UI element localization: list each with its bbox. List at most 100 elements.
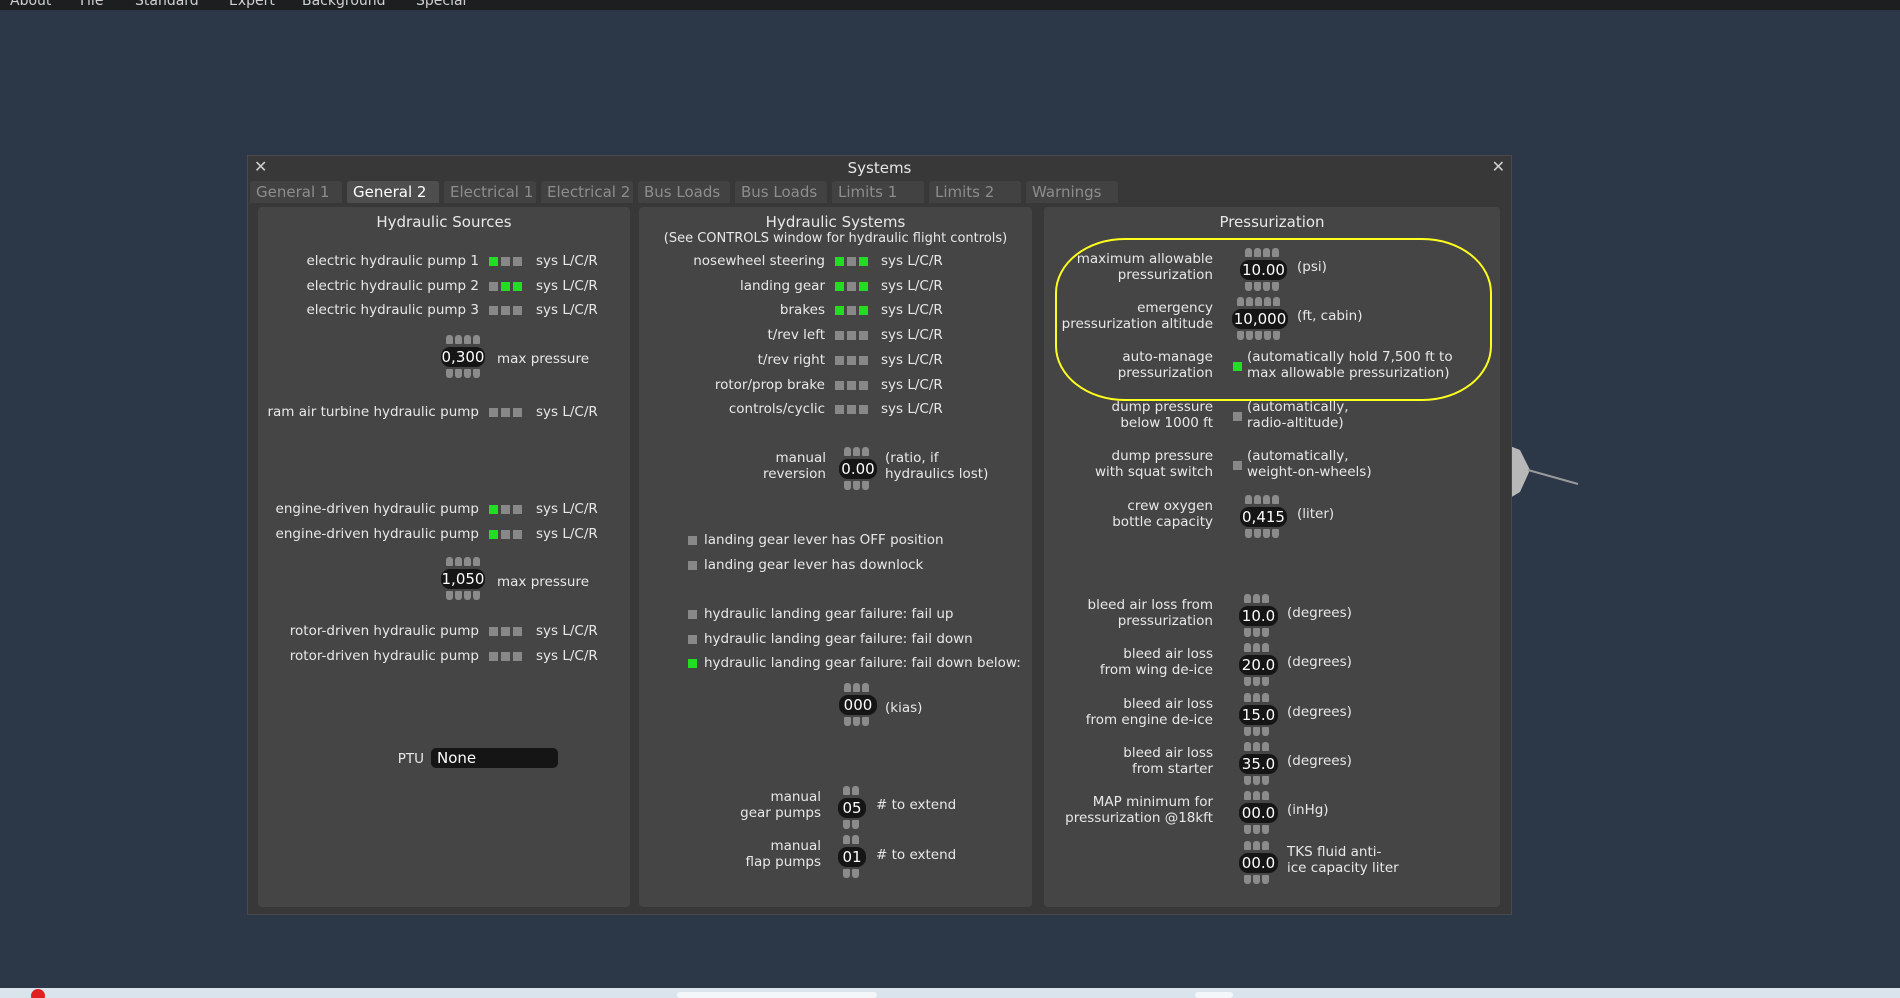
sys-r-toggle[interactable] (859, 405, 868, 414)
map-minimum-field[interactable]: 00.0 (1239, 803, 1278, 823)
menu-special[interactable]: Special (416, 0, 466, 9)
emergency-altitude-field[interactable]: 10,000 (1232, 309, 1288, 329)
value-stepper-up[interactable] (1244, 841, 1269, 851)
tab-electrical-1[interactable]: Electrical 1 (444, 181, 536, 203)
tab-bus-loads-2[interactable]: Bus Loads (735, 181, 827, 203)
max-pressurization-field[interactable]: 10.00 (1240, 260, 1287, 280)
sys-c-toggle[interactable] (501, 652, 510, 661)
sys-l-toggle[interactable] (835, 282, 844, 291)
tks-capacity-field[interactable]: 00.0 (1239, 853, 1278, 873)
close-icon[interactable]: ✕ (1492, 157, 1505, 176)
value-stepper-down[interactable] (446, 591, 480, 601)
kias-field[interactable]: 000 (839, 695, 877, 715)
auto-manage-checkbox[interactable] (1233, 362, 1242, 371)
value-stepper-up[interactable] (844, 447, 869, 457)
tab-limits-2[interactable]: Limits 2 (929, 181, 1021, 203)
value-stepper-down[interactable] (1237, 331, 1280, 341)
value-stepper-up[interactable] (1245, 495, 1279, 505)
window-titlebar[interactable]: ✕ Systems ✕ (248, 156, 1511, 178)
value-stepper-down[interactable] (1244, 727, 1269, 737)
sys-l-toggle[interactable] (489, 627, 498, 636)
value-stepper-down[interactable] (1244, 875, 1269, 885)
value-stepper-up[interactable] (1237, 297, 1280, 307)
sys-c-toggle[interactable] (847, 405, 856, 414)
sys-r-toggle[interactable] (513, 306, 522, 315)
value-stepper-up[interactable] (843, 835, 859, 845)
sys-r-toggle[interactable] (859, 306, 868, 315)
sys-l-toggle[interactable] (489, 306, 498, 315)
bleed-wing-field[interactable]: 20.0 (1239, 655, 1278, 675)
sys-c-toggle[interactable] (847, 381, 856, 390)
sys-c-toggle[interactable] (847, 306, 856, 315)
sys-c-toggle[interactable] (501, 306, 510, 315)
value-stepper-up[interactable] (1244, 594, 1269, 604)
sys-l-toggle[interactable] (489, 505, 498, 514)
value-stepper-down[interactable] (1245, 529, 1279, 539)
value-stepper-down[interactable] (1245, 282, 1279, 292)
tab-bus-loads-1[interactable]: Bus Loads (638, 181, 730, 203)
value-stepper-down[interactable] (843, 820, 859, 830)
sys-c-toggle[interactable] (501, 257, 510, 266)
sys-c-toggle[interactable] (847, 331, 856, 340)
max-pressure-field[interactable]: 1,050 (441, 569, 485, 589)
fail-down-checkbox[interactable] (688, 635, 697, 644)
sys-l-toggle[interactable] (835, 405, 844, 414)
sys-l-toggle[interactable] (489, 652, 498, 661)
sys-l-toggle[interactable] (835, 356, 844, 365)
sys-l-toggle[interactable] (835, 381, 844, 390)
taskbar-item[interactable] (1195, 992, 1233, 998)
bleed-pressurization-field[interactable]: 10.0 (1239, 606, 1278, 626)
value-stepper-down[interactable] (446, 369, 480, 379)
value-stepper-down[interactable] (1244, 628, 1269, 638)
sys-l-toggle[interactable] (489, 282, 498, 291)
value-stepper-down[interactable] (844, 717, 869, 727)
value-stepper-up[interactable] (843, 786, 859, 796)
value-stepper-up[interactable] (1244, 693, 1269, 703)
gear-pumps-field[interactable]: 05 (838, 798, 866, 818)
gear-off-position-checkbox[interactable] (688, 536, 697, 545)
sys-r-toggle[interactable] (513, 505, 522, 514)
sys-r-toggle[interactable] (513, 627, 522, 636)
sys-l-toggle[interactable] (835, 331, 844, 340)
value-stepper-up[interactable] (446, 335, 480, 345)
sys-r-toggle[interactable] (513, 652, 522, 661)
sys-r-toggle[interactable] (859, 282, 868, 291)
bleed-engine-field[interactable]: 15.0 (1239, 705, 1278, 725)
sys-r-toggle[interactable] (513, 530, 522, 539)
sys-c-toggle[interactable] (501, 282, 510, 291)
sys-c-toggle[interactable] (847, 257, 856, 266)
sys-r-toggle[interactable] (859, 381, 868, 390)
sys-l-toggle[interactable] (489, 257, 498, 266)
sys-r-toggle[interactable] (513, 257, 522, 266)
value-stepper-up[interactable] (446, 557, 480, 567)
value-stepper-down[interactable] (1244, 677, 1269, 687)
fail-up-checkbox[interactable] (688, 610, 697, 619)
sys-l-toggle[interactable] (489, 408, 498, 417)
dump-squat-checkbox[interactable] (1233, 461, 1242, 470)
value-stepper-down[interactable] (844, 481, 869, 491)
sys-c-toggle[interactable] (501, 408, 510, 417)
value-stepper-down[interactable] (843, 869, 859, 879)
value-stepper-up[interactable] (1245, 248, 1279, 258)
value-stepper-up[interactable] (844, 683, 869, 693)
sys-l-toggle[interactable] (489, 530, 498, 539)
tab-warnings[interactable]: Warnings (1026, 181, 1118, 203)
sys-c-toggle[interactable] (501, 627, 510, 636)
sys-r-toggle[interactable] (859, 331, 868, 340)
max-pressure-field[interactable]: 0,300 (441, 347, 485, 367)
tab-electrical-2[interactable]: Electrical 2 (541, 181, 633, 203)
sys-c-toggle[interactable] (501, 505, 510, 514)
dump-1000ft-checkbox[interactable] (1233, 412, 1242, 421)
value-stepper-up[interactable] (1244, 742, 1269, 752)
sys-l-toggle[interactable] (835, 257, 844, 266)
value-stepper-down[interactable] (1244, 776, 1269, 786)
notification-icon[interactable] (31, 989, 45, 998)
bleed-starter-field[interactable]: 35.0 (1239, 754, 1278, 774)
sys-r-toggle[interactable] (513, 282, 522, 291)
fail-down-below-checkbox[interactable] (688, 659, 697, 668)
sys-r-toggle[interactable] (859, 257, 868, 266)
tab-general-1[interactable]: General 1 (250, 181, 342, 203)
flap-pumps-field[interactable]: 01 (838, 847, 866, 867)
sys-c-toggle[interactable] (847, 356, 856, 365)
tab-limits-1[interactable]: Limits 1 (832, 181, 924, 203)
